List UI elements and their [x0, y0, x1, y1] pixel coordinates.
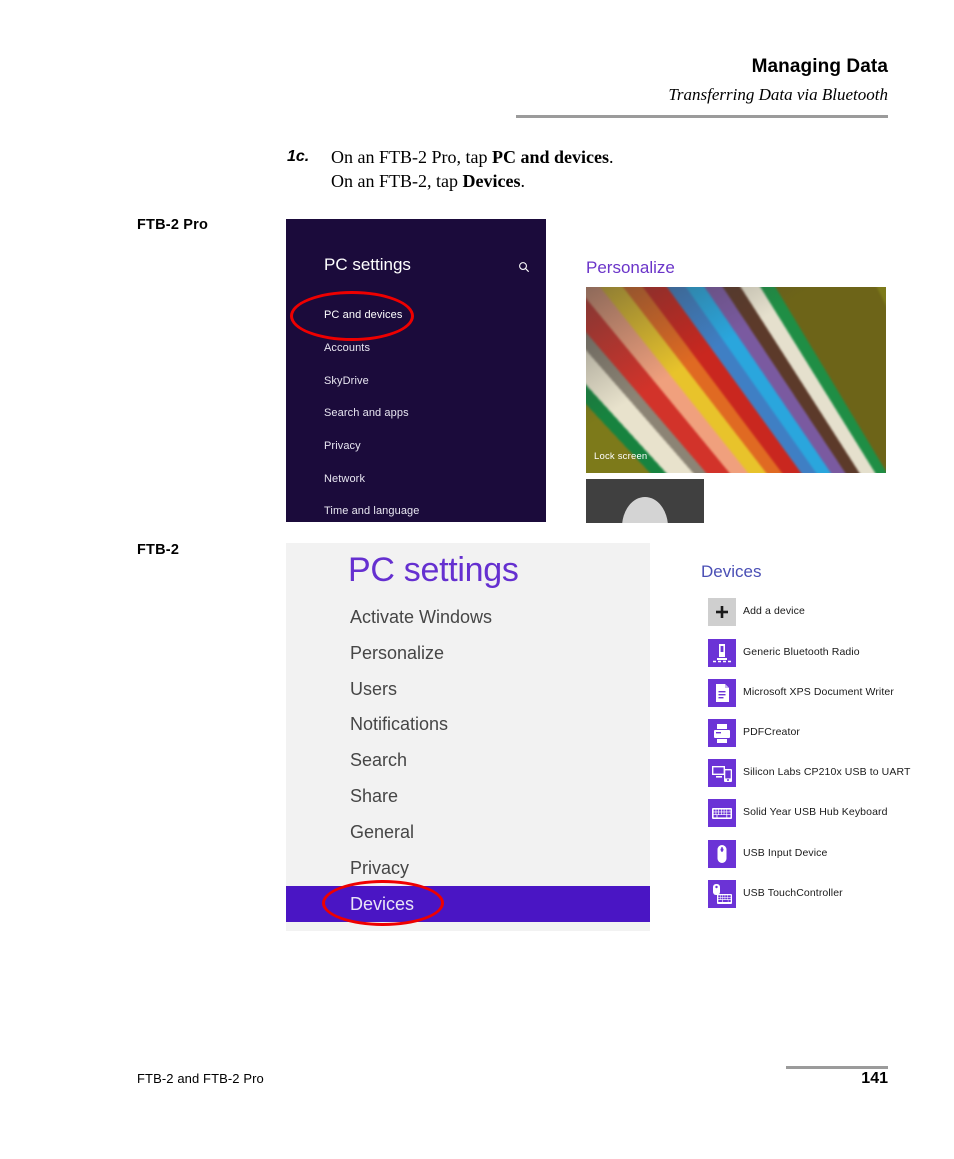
page-number: 141: [861, 1070, 888, 1087]
ftb2pro-pc-settings-panel: PC settings PC and devices Accounts SkyD…: [286, 219, 546, 522]
footer-rule: [786, 1066, 888, 1069]
page-header-subtitle: Transferring Data via Bluetooth: [668, 85, 888, 104]
mouse-icon: [708, 840, 736, 868]
figure-label-ftb2pro: FTB-2 Pro: [137, 217, 209, 233]
search-icon[interactable]: [516, 259, 534, 277]
device-label: Generic Bluetooth Radio: [743, 646, 860, 658]
header-rule: [516, 115, 888, 118]
std-panel-title: PC settings: [348, 551, 519, 589]
pro-menu-item-network[interactable]: Network: [324, 473, 365, 485]
usb-device-icon: [708, 759, 736, 787]
step-line-2-prefix: On an FTB-2, tap: [331, 171, 463, 191]
lock-screen-label: Lock screen: [594, 451, 648, 462]
plus-icon: [708, 598, 736, 626]
pro-menu-item-search-and-apps[interactable]: Search and apps: [324, 407, 409, 419]
footer-left-text: FTB-2 and FTB-2 Pro: [137, 1071, 264, 1086]
keyboard-icon: [708, 799, 736, 827]
std-menu-item-general[interactable]: General: [350, 822, 414, 843]
step-line-2-bold: Devices: [462, 171, 521, 191]
device-label: Solid Year USB Hub Keyboard: [743, 806, 888, 818]
lock-screen-preview[interactable]: Lock screen: [586, 287, 886, 473]
touch-controller-icon: [708, 880, 736, 908]
step-line-2-suffix: .: [520, 171, 525, 191]
device-label: USB Input Device: [743, 847, 828, 859]
bluetooth-radio-icon: [708, 639, 736, 667]
step-line-1: On an FTB-2 Pro, tap PC and devices.: [331, 147, 614, 168]
pro-menu-item-skydrive[interactable]: SkyDrive: [324, 375, 369, 387]
pro-menu-item-accounts[interactable]: Accounts: [324, 342, 370, 354]
page-header-title: Managing Data: [751, 56, 888, 77]
personalize-pane-title: Personalize: [586, 258, 675, 277]
device-label: Silicon Labs CP210x USB to UART: [743, 766, 911, 778]
devices-pane-title: Devices: [701, 562, 762, 581]
annotation-ellipse-pc-and-devices: [290, 291, 414, 341]
ftb2-pc-settings-panel: PC settings Activate Windows Personalize…: [286, 543, 650, 931]
std-menu-item-activate-windows[interactable]: Activate Windows: [350, 607, 492, 628]
std-menu-item-search[interactable]: Search: [350, 750, 407, 771]
account-picture-tile[interactable]: [586, 479, 704, 523]
avatar: [622, 497, 668, 523]
step-line-1-bold: PC and devices: [492, 147, 609, 167]
device-label: Microsoft XPS Document Writer: [743, 686, 894, 698]
lock-screen-overlay: [586, 287, 886, 473]
std-menu-item-share[interactable]: Share: [350, 786, 398, 807]
step-number: 1c.: [287, 148, 310, 165]
std-menu-item-privacy[interactable]: Privacy: [350, 858, 409, 879]
pro-menu-item-time-and-language[interactable]: Time and language: [324, 505, 419, 517]
device-label: PDFCreator: [743, 726, 801, 738]
std-menu-item-personalize[interactable]: Personalize: [350, 643, 444, 664]
figure-label-ftb2: FTB-2: [137, 542, 180, 558]
pro-menu-item-privacy[interactable]: Privacy: [324, 440, 361, 452]
step-line-1-prefix: On an FTB-2 Pro, tap: [331, 147, 492, 167]
pro-panel-title: PC settings: [324, 255, 411, 274]
device-label: Add a device: [743, 605, 805, 617]
std-menu-item-notifications[interactable]: Notifications: [350, 714, 448, 735]
device-label: USB TouchController: [743, 887, 843, 899]
std-menu-item-users[interactable]: Users: [350, 679, 397, 700]
document-writer-icon: [708, 679, 736, 707]
printer-icon: [708, 719, 736, 747]
step-line-2: On an FTB-2, tap Devices.: [331, 171, 525, 192]
step-line-1-suffix: .: [609, 147, 614, 167]
annotation-ellipse-devices: [322, 880, 444, 926]
